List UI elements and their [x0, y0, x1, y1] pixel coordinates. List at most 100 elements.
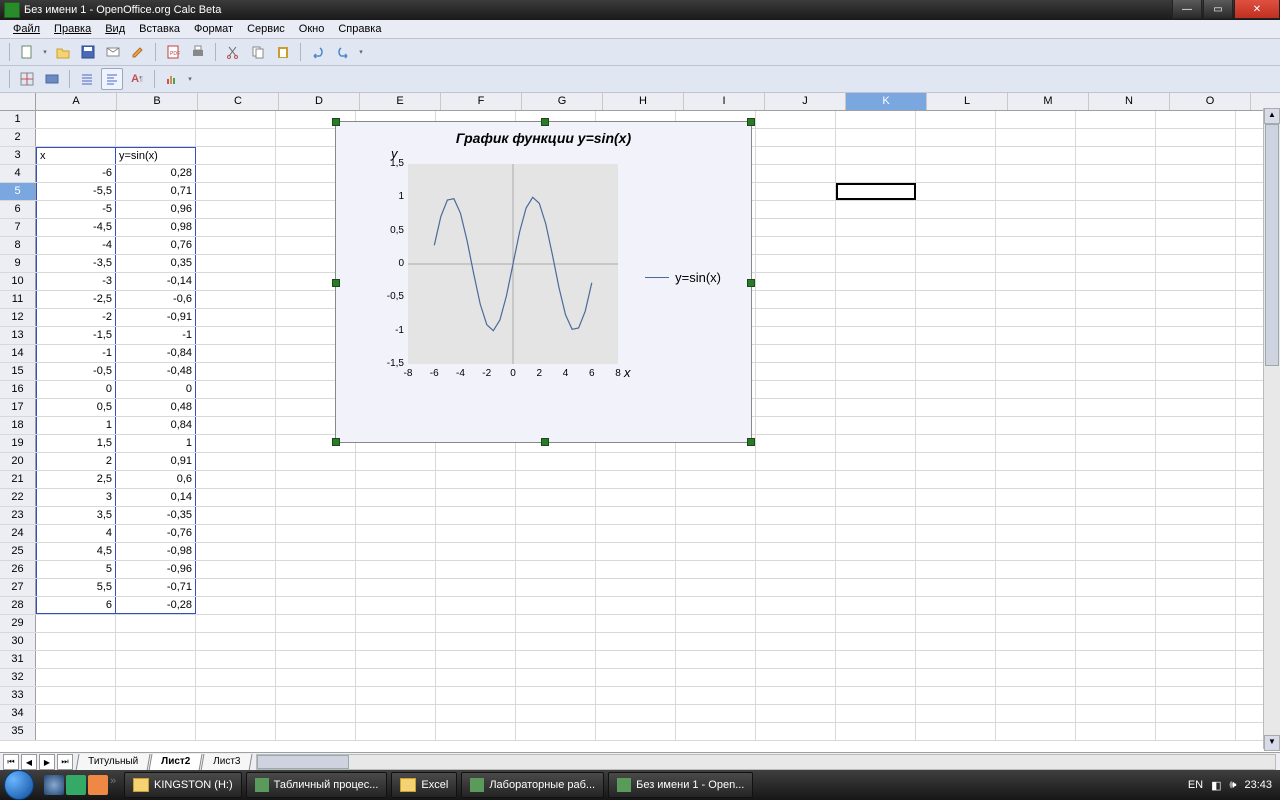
cell[interactable] [916, 543, 996, 560]
cell[interactable]: -3 [36, 273, 116, 290]
cell[interactable] [916, 687, 996, 704]
column-header-C[interactable]: C [198, 93, 279, 110]
scroll-thumb[interactable] [1265, 124, 1279, 366]
sheet-tab[interactable]: Лист2 [149, 754, 203, 771]
cell[interactable] [676, 633, 756, 650]
cell[interactable] [196, 363, 276, 380]
cell[interactable] [916, 273, 996, 290]
cell[interactable]: -0,96 [116, 561, 196, 578]
cell[interactable] [836, 687, 916, 704]
column-header-D[interactable]: D [279, 93, 360, 110]
cell[interactable] [196, 507, 276, 524]
sheet-tab[interactable]: Титульный [76, 754, 151, 771]
cell[interactable] [596, 687, 676, 704]
cell[interactable] [676, 705, 756, 722]
cell[interactable]: y=sin(x) [116, 147, 196, 164]
cell[interactable] [516, 489, 596, 506]
cell[interactable] [196, 579, 276, 596]
chart-object[interactable]: График функции y=sin(x) y x y=sin(x) -1,… [335, 121, 752, 443]
cell[interactable] [196, 381, 276, 398]
column-header-I[interactable]: I [684, 93, 765, 110]
cell[interactable]: -4 [36, 237, 116, 254]
cell[interactable] [676, 597, 756, 614]
cell[interactable] [756, 273, 836, 290]
cell[interactable] [676, 651, 756, 668]
cell[interactable] [196, 543, 276, 560]
cell[interactable] [356, 687, 436, 704]
copy-icon[interactable] [247, 41, 269, 63]
cell[interactable] [756, 615, 836, 632]
cell[interactable] [196, 273, 276, 290]
cell[interactable] [36, 651, 116, 668]
cell[interactable] [996, 255, 1076, 272]
column-header-H[interactable]: H [603, 93, 684, 110]
cell[interactable] [836, 615, 916, 632]
cell[interactable] [596, 453, 676, 470]
cell[interactable]: 4 [36, 525, 116, 542]
menu-edit[interactable]: Правка [47, 22, 98, 36]
cell[interactable] [916, 237, 996, 254]
cell[interactable] [596, 723, 676, 740]
cell[interactable] [1156, 471, 1236, 488]
row-header[interactable]: 14 [0, 345, 36, 362]
cell[interactable] [996, 237, 1076, 254]
cell[interactable] [196, 309, 276, 326]
cell[interactable] [436, 705, 516, 722]
cell[interactable] [756, 705, 836, 722]
toolbar-overflow[interactable]: ▾ [357, 42, 365, 62]
cell[interactable] [676, 615, 756, 632]
start-button[interactable] [0, 770, 38, 800]
cell[interactable] [516, 651, 596, 668]
cell[interactable] [516, 687, 596, 704]
cell[interactable] [196, 237, 276, 254]
cell[interactable] [836, 381, 916, 398]
row-header[interactable]: 23 [0, 507, 36, 524]
cell[interactable]: -0,91 [116, 309, 196, 326]
menu-view[interactable]: Вид [98, 22, 132, 36]
vertical-scrollbar[interactable]: ▲ ▼ [1263, 108, 1280, 749]
cell[interactable] [1076, 165, 1156, 182]
cell[interactable] [436, 687, 516, 704]
quicklaunch-1[interactable] [44, 775, 64, 795]
cell[interactable] [436, 723, 516, 740]
cell[interactable] [196, 129, 276, 146]
row-header[interactable]: 15 [0, 363, 36, 380]
cell[interactable] [676, 687, 756, 704]
toolbar2-overflow[interactable]: ▾ [186, 69, 194, 89]
row-header[interactable]: 30 [0, 633, 36, 650]
sheet-nav-2[interactable]: ▶ [39, 754, 55, 770]
cell[interactable] [916, 345, 996, 362]
cell[interactable] [196, 165, 276, 182]
cell[interactable] [196, 687, 276, 704]
cell[interactable] [596, 561, 676, 578]
cell[interactable] [916, 129, 996, 146]
cell[interactable] [676, 507, 756, 524]
cell[interactable] [1076, 399, 1156, 416]
row-header[interactable]: 26 [0, 561, 36, 578]
cell[interactable] [996, 201, 1076, 218]
cell[interactable]: 4,5 [36, 543, 116, 560]
taskbar-item[interactable]: Без имени 1 - Open... [608, 772, 753, 798]
cell[interactable] [196, 111, 276, 128]
cell[interactable] [836, 723, 916, 740]
cell[interactable] [1076, 507, 1156, 524]
cell[interactable] [756, 345, 836, 362]
cell[interactable] [1156, 201, 1236, 218]
row-header[interactable]: 13 [0, 327, 36, 344]
redo-icon[interactable] [332, 41, 354, 63]
cell[interactable]: 0,76 [116, 237, 196, 254]
cell[interactable] [756, 561, 836, 578]
cell[interactable] [196, 183, 276, 200]
cell[interactable] [1156, 237, 1236, 254]
column-header-L[interactable]: L [927, 93, 1008, 110]
quicklaunch-2[interactable] [66, 775, 86, 795]
cell[interactable] [836, 111, 916, 128]
cell[interactable] [196, 453, 276, 470]
cell[interactable] [1156, 345, 1236, 362]
cell[interactable] [196, 345, 276, 362]
cell[interactable] [276, 489, 356, 506]
cell[interactable] [356, 633, 436, 650]
cell[interactable] [1076, 561, 1156, 578]
cell[interactable] [756, 183, 836, 200]
cell[interactable]: 0,6 [116, 471, 196, 488]
